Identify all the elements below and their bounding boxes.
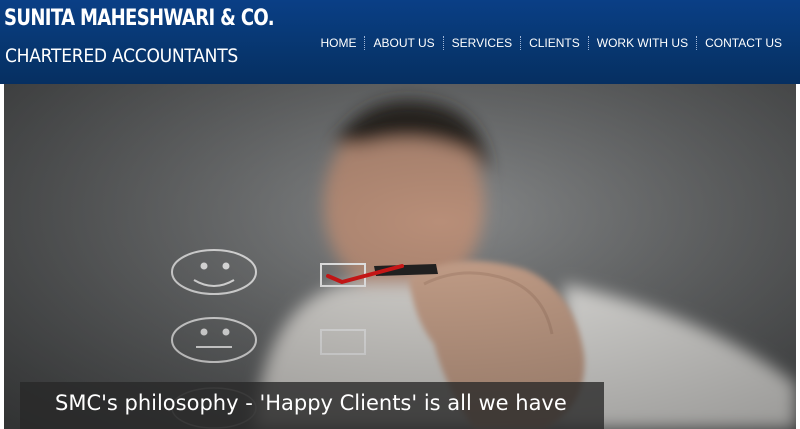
nav-home[interactable]: HOME	[312, 36, 364, 50]
nav-clients[interactable]: CLIENTS	[521, 36, 588, 50]
main-nav: HOME ABOUT US SERVICES CLIENTS WORK WITH…	[312, 36, 790, 50]
nav-about-us[interactable]: ABOUT US	[365, 36, 442, 50]
hero-caption: SMC's philosophy - 'Happy Clients' is al…	[20, 382, 604, 429]
logo-name[interactable]: SUNITA MAHESHWARI & CO.	[4, 6, 275, 31]
hand-marking-smiley-checkbox-photo-icon	[4, 84, 796, 429]
nav-work-with-us[interactable]: WORK WITH US	[589, 36, 696, 50]
hero-slider-image[interactable]	[4, 84, 796, 429]
logo-tagline[interactable]: CHARTERED ACCOUNTANTS	[5, 45, 238, 67]
nav-services[interactable]: SERVICES	[444, 36, 520, 50]
nav-contact-us[interactable]: CONTACT US	[697, 36, 790, 50]
site-header: SUNITA MAHESHWARI & CO. CHARTERED ACCOUN…	[0, 0, 800, 84]
